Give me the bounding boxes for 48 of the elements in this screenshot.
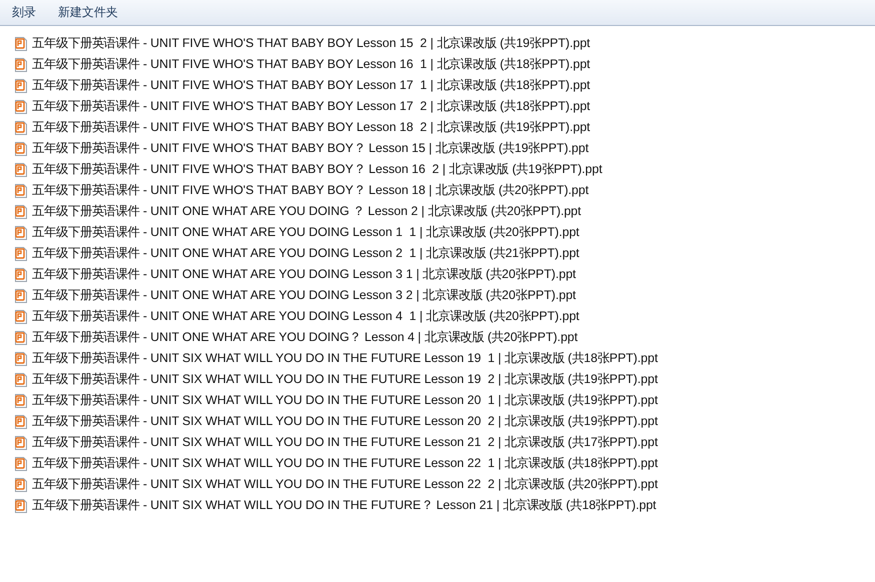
presentation-file-icon bbox=[13, 246, 29, 262]
presentation-file-icon bbox=[13, 56, 29, 72]
file-name[interactable]: 五年级下册英语课件 - UNIT FIVE WHO'S THAT BABY BOY？ Lesson 15 | 北京课改版 (共19张PPT).ppt bbox=[32, 140, 589, 157]
presentation-file-icon bbox=[13, 78, 29, 94]
presentation-file-icon bbox=[13, 414, 29, 430]
toolbar-button[interactable]: 刻录 bbox=[4, 1, 44, 24]
presentation-file-icon bbox=[13, 98, 29, 114]
file-name[interactable]: 五年级下册英语课件 - UNIT SIX WHAT WILL YOU DO IN THE FUTURE Lesson 20 1 | 北京课改版 (共19张PPT).ppt bbox=[32, 392, 658, 409]
toolbar-button[interactable]: 新建文件夹 bbox=[50, 1, 126, 24]
file-name[interactable]: 五年级下册英语课件 - UNIT ONE WHAT ARE YOU DOING Lesson 3 1 | 北京课改版 (共20张PPT).ppt bbox=[32, 266, 576, 283]
file-name[interactable]: 五年级下册英语课件 - UNIT ONE WHAT ARE YOU DOING ？ Lesson 2 | 北京课改版 (共20张PPT).ppt bbox=[32, 203, 582, 220]
presentation-file-icon bbox=[13, 456, 29, 472]
presentation-file-icon bbox=[13, 224, 29, 240]
file-name[interactable]: 五年级下册英语课件 - UNIT SIX WHAT WILL YOU DO IN THE FUTURE Lesson 22 1 | 北京课改版 (共18张PPT).ppt bbox=[32, 455, 658, 472]
presentation-file-icon bbox=[13, 182, 29, 198]
file-name[interactable]: 五年级下册英语课件 - UNIT FIVE WHO'S THAT BABY BOY？ Lesson 18 | 北京课改版 (共20张PPT).ppt bbox=[32, 182, 589, 199]
presentation-file-icon bbox=[13, 308, 29, 324]
file-name[interactable]: 五年级下册英语课件 - UNIT SIX WHAT WILL YOU DO IN THE FUTURE Lesson 22 2 | 北京课改版 (共20张PPT).ppt bbox=[32, 476, 658, 493]
file-name[interactable]: 五年级下册英语课件 - UNIT SIX WHAT WILL YOU DO IN THE FUTURE Lesson 20 2 | 北京课改版 (共19张PPT).ppt bbox=[32, 413, 658, 430]
presentation-file-icon bbox=[13, 140, 29, 156]
presentation-file-icon bbox=[13, 120, 29, 136]
presentation-file-icon bbox=[13, 330, 29, 346]
presentation-file-icon bbox=[13, 392, 29, 408]
file-name[interactable]: 五年级下册英语课件 - UNIT ONE WHAT ARE YOU DOING？ Lesson 4 | 北京课改版 (共20张PPT).ppt bbox=[32, 329, 578, 346]
file-name[interactable]: 五年级下册英语课件 - UNIT SIX WHAT WILL YOU DO IN THE FUTURE Lesson 19 1 | 北京课改版 (共18张PPT).ppt bbox=[32, 350, 658, 367]
presentation-file-icon bbox=[13, 350, 29, 366]
presentation-file-icon bbox=[13, 162, 29, 178]
file-name[interactable]: 五年级下册英语课件 - UNIT FIVE WHO'S THAT BABY BOY Lesson 18 2 | 北京课改版 (共19张PPT).ppt bbox=[32, 119, 590, 136]
file-name[interactable]: 五年级下册英语课件 - UNIT SIX WHAT WILL YOU DO IN THE FUTURE Lesson 21 2 | 北京课改版 (共17张PPT).ppt bbox=[32, 434, 658, 451]
presentation-file-icon bbox=[13, 36, 29, 52]
file-name[interactable]: 五年级下册英语课件 - UNIT FIVE WHO'S THAT BABY BOY Lesson 17 2 | 北京课改版 (共18张PPT).ppt bbox=[32, 98, 590, 115]
presentation-file-icon bbox=[13, 434, 29, 450]
file-name[interactable]: 五年级下册英语课件 - UNIT FIVE WHO'S THAT BABY BOY？ Lesson 16 2 | 北京课改版 (共19张PPT).ppt bbox=[32, 161, 602, 178]
presentation-file-icon bbox=[13, 498, 29, 514]
file-name[interactable]: 五年级下册英语课件 - UNIT ONE WHAT ARE YOU DOING Lesson 1 1 | 北京课改版 (共20张PPT).ppt bbox=[32, 224, 580, 241]
file-name[interactable]: 五年级下册英语课件 - UNIT ONE WHAT ARE YOU DOING Lesson 3 2 | 北京课改版 (共20张PPT).ppt bbox=[32, 287, 576, 304]
file-name[interactable]: 五年级下册英语课件 - UNIT FIVE WHO'S THAT BABY BOY Lesson 17 1 | 北京课改版 (共18张PPT).ppt bbox=[32, 77, 590, 94]
presentation-file-icon bbox=[13, 476, 29, 492]
file-name[interactable]: 五年级下册英语课件 - UNIT FIVE WHO'S THAT BABY BOY Lesson 15 2 | 北京课改版 (共19张PPT).ppt bbox=[32, 35, 590, 52]
file-name[interactable]: 五年级下册英语课件 - UNIT ONE WHAT ARE YOU DOING Lesson 4 1 | 北京课改版 (共20张PPT).ppt bbox=[32, 308, 580, 325]
file-name[interactable]: 五年级下册英语课件 - UNIT SIX WHAT WILL YOU DO IN THE FUTURE？ Lesson 21 | 北京课改版 (共18张PPT).ppt bbox=[32, 497, 656, 514]
file-name[interactable]: 五年级下册英语课件 - UNIT ONE WHAT ARE YOU DOING Lesson 2 1 | 北京课改版 (共21张PPT).ppt bbox=[32, 245, 580, 262]
presentation-file-icon bbox=[13, 204, 29, 220]
presentation-file-icon bbox=[13, 266, 29, 282]
file-name[interactable]: 五年级下册英语课件 - UNIT FIVE WHO'S THAT BABY BOY Lesson 16 1 | 北京课改版 (共18张PPT).ppt bbox=[32, 56, 590, 73]
file-name[interactable]: 五年级下册英语课件 - UNIT SIX WHAT WILL YOU DO IN THE FUTURE Lesson 19 2 | 北京课改版 (共19张PPT).ppt bbox=[32, 371, 658, 388]
presentation-file-icon bbox=[13, 288, 29, 304]
presentation-file-icon bbox=[13, 372, 29, 388]
